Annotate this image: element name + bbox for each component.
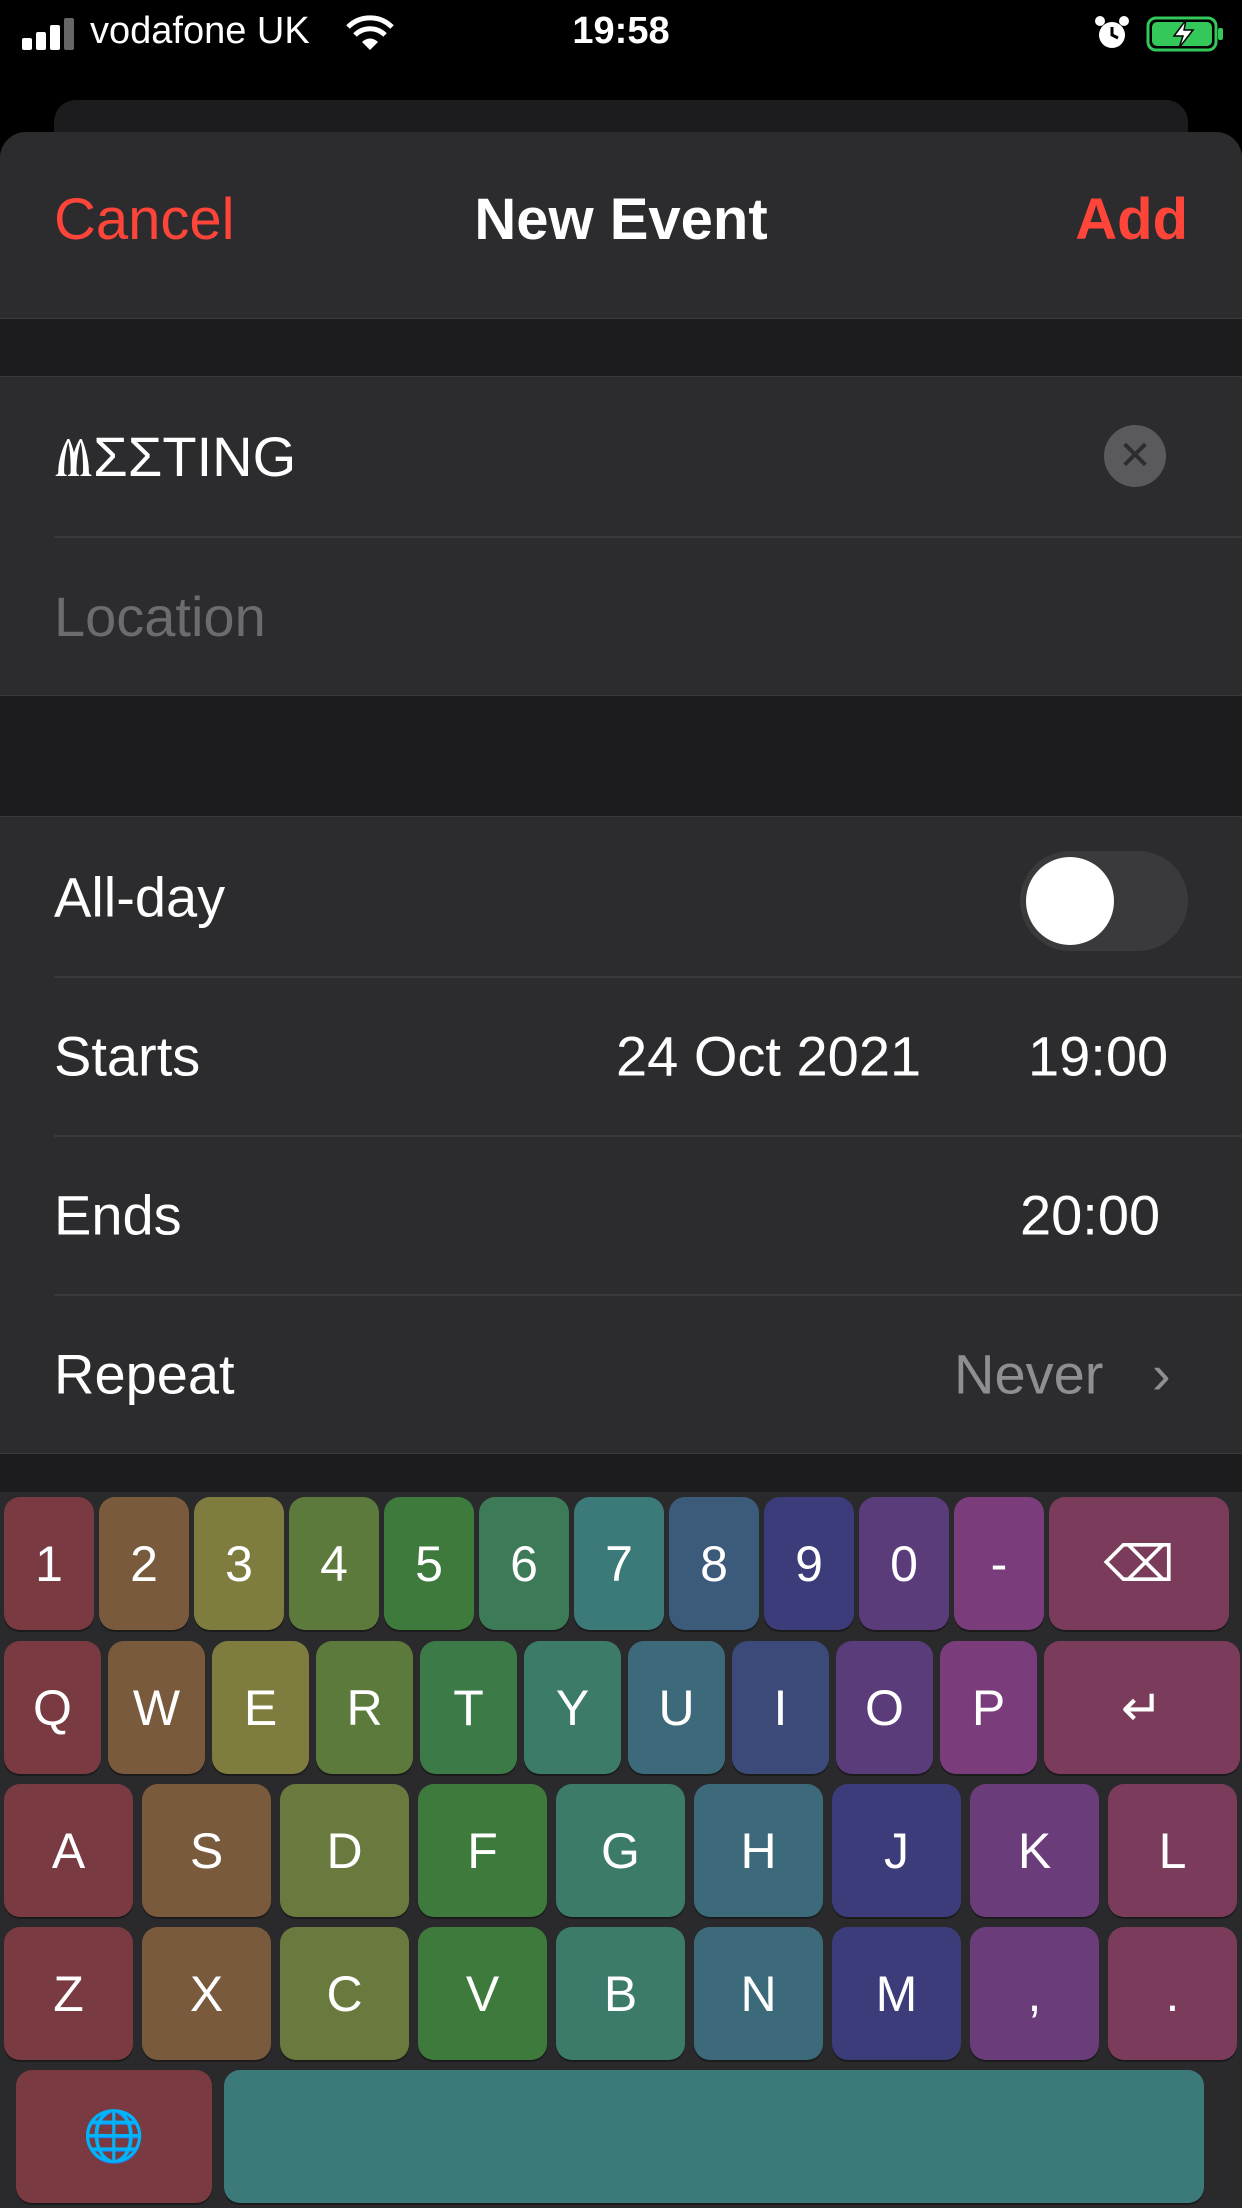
- title-location-group: ✕: [0, 376, 1242, 696]
- keyboard: 1 2 3 4 5 6 7 8 9 0- ⌫ Q W E R T Y U I O P ↵ A S D F G H J K L Z X C V B N M,…: [0, 1492, 1242, 2208]
- toggle-knob: [1026, 857, 1114, 945]
- globe-key[interactable]: 🌐: [16, 2070, 212, 2203]
- location-row: [0, 536, 1242, 695]
- page-title: New Event: [474, 187, 768, 252]
- battery-charging-icon: [1146, 16, 1223, 52]
- status-time: 19:58: [572, 10, 670, 52]
- key-r[interactable]: R: [316, 1641, 413, 1774]
- starts-label: Starts: [54, 1024, 201, 1087]
- key-2[interactable]: 2: [99, 1497, 189, 1630]
- key-t[interactable]: T: [420, 1641, 517, 1774]
- key-h[interactable]: H: [694, 1784, 823, 1917]
- repeat-row[interactable]: Repeat Never ›: [0, 1294, 1242, 1453]
- ends-time[interactable]: 20:00: [1020, 1182, 1160, 1247]
- key-g[interactable]: G: [556, 1784, 685, 1917]
- allday-row: All-day: [0, 817, 1242, 976]
- location-input[interactable]: [54, 576, 1074, 656]
- key-3[interactable]: 3: [194, 1497, 284, 1630]
- key-j[interactable]: J: [832, 1784, 961, 1917]
- key-u[interactable]: U: [628, 1641, 725, 1774]
- key-f[interactable]: F: [418, 1784, 547, 1917]
- key-a[interactable]: A: [4, 1784, 133, 1917]
- key-7[interactable]: 7: [574, 1497, 664, 1630]
- key-4[interactable]: 4: [289, 1497, 379, 1630]
- key-q[interactable]: Q: [4, 1641, 101, 1774]
- key-p[interactable]: P: [940, 1641, 1037, 1774]
- chevron-right-icon: ›: [1152, 1342, 1171, 1405]
- key-comma[interactable]: ,: [970, 1927, 1099, 2060]
- date-time-group: All-day Starts 24 Oct 2021 19:00 Ends 20…: [0, 816, 1242, 1454]
- key-8[interactable]: 8: [669, 1497, 759, 1630]
- key-w[interactable]: W: [108, 1641, 205, 1774]
- key-n[interactable]: N: [694, 1927, 823, 2060]
- repeat-label: Repeat: [54, 1342, 235, 1405]
- key-k[interactable]: K: [970, 1784, 1099, 1917]
- key-o[interactable]: O: [836, 1641, 933, 1774]
- nav-bar: Cancel New Event Add: [0, 132, 1242, 319]
- key-hyphen[interactable]: -: [954, 1497, 1044, 1630]
- ends-row[interactable]: Ends 20:00: [0, 1135, 1242, 1294]
- key-z[interactable]: Z: [4, 1927, 133, 2060]
- starts-time[interactable]: 19:00: [1028, 1023, 1168, 1088]
- title-row: ✕: [0, 377, 1242, 536]
- key-period[interactable]: .: [1108, 1927, 1237, 2060]
- key-9[interactable]: 9: [764, 1497, 854, 1630]
- allday-label: All-day: [54, 865, 226, 928]
- starts-date[interactable]: 24 Oct 2021: [616, 1023, 921, 1088]
- add-button[interactable]: Add: [1075, 186, 1188, 253]
- ends-label: Ends: [54, 1183, 182, 1246]
- title-input[interactable]: [54, 417, 1074, 497]
- key-x[interactable]: X: [142, 1927, 271, 2060]
- key-5[interactable]: 5: [384, 1497, 474, 1630]
- allday-toggle[interactable]: [1020, 851, 1188, 951]
- key-l[interactable]: L: [1108, 1784, 1237, 1917]
- status-bar: vodafone UK 19:58: [0, 0, 1242, 68]
- alarm-icon: [1095, 16, 1129, 48]
- return-key[interactable]: ↵: [1044, 1641, 1240, 1774]
- key-6[interactable]: 6: [479, 1497, 569, 1630]
- key-s[interactable]: S: [142, 1784, 271, 1917]
- key-v[interactable]: V: [418, 1927, 547, 2060]
- key-1[interactable]: 1: [4, 1497, 94, 1630]
- starts-row[interactable]: Starts 24 Oct 2021 19:00: [0, 976, 1242, 1135]
- repeat-value: Never: [954, 1342, 1104, 1405]
- key-b[interactable]: B: [556, 1927, 685, 2060]
- clear-icon[interactable]: ✕: [1104, 425, 1166, 487]
- key-y[interactable]: Y: [524, 1641, 621, 1774]
- space-key[interactable]: [224, 2070, 1204, 2203]
- key-c[interactable]: C: [280, 1927, 409, 2060]
- key-0[interactable]: 0: [859, 1497, 949, 1630]
- new-event-sheet: Cancel New Event Add ✕ All-day Starts 24…: [0, 132, 1242, 1492]
- key-i[interactable]: I: [732, 1641, 829, 1774]
- key-e[interactable]: E: [212, 1641, 309, 1774]
- key-m[interactable]: M: [832, 1927, 961, 2060]
- key-d[interactable]: D: [280, 1784, 409, 1917]
- backspace-key[interactable]: ⌫: [1049, 1497, 1229, 1630]
